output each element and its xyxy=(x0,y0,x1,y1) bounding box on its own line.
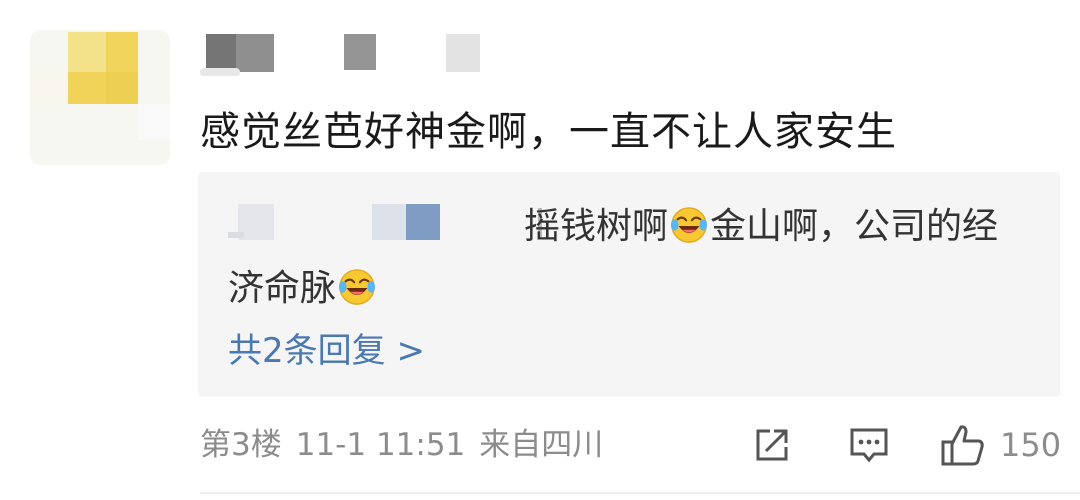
comment-location: 来自四川 xyxy=(479,427,604,463)
avatar[interactable] xyxy=(30,20,180,170)
comment-datetime: 11-1 11:51 xyxy=(295,427,466,463)
comment-meta: 第3楼 11-1 11:51 来自四川 xyxy=(200,422,617,468)
divider xyxy=(200,492,1080,494)
like-button[interactable]: 150 xyxy=(940,422,1061,468)
view-replies-link[interactable]: 共2条回复 > xyxy=(228,327,425,375)
comment-icon xyxy=(850,428,888,463)
reply-text-part1: 摇钱树啊 xyxy=(524,206,669,247)
share-button[interactable] xyxy=(752,422,792,468)
comment-text: 感觉丝芭好神金啊，一直不让人家安生 xyxy=(200,109,897,155)
laughing-crying-emoji-icon xyxy=(338,269,376,305)
share-icon xyxy=(756,429,788,461)
username[interactable] xyxy=(200,30,500,80)
reply-preview[interactable]: 摇钱树啊 金山啊，公司的经济命脉 共2条回复 > xyxy=(198,172,1060,397)
thumbs-up-icon xyxy=(941,425,984,466)
reply-button[interactable] xyxy=(848,422,890,468)
reply-text: 摇钱树啊 金山啊，公司的经济命脉 xyxy=(228,196,1028,320)
laughing-crying-emoji-icon xyxy=(670,207,708,243)
floor-number: 第3楼 xyxy=(200,427,282,463)
like-count: 150 xyxy=(1000,426,1062,464)
comment-card: 感觉丝芭好神金啊，一直不让人家安生 摇钱树啊 金山啊，公司的经济命脉 共2条回复… xyxy=(0,0,1080,500)
